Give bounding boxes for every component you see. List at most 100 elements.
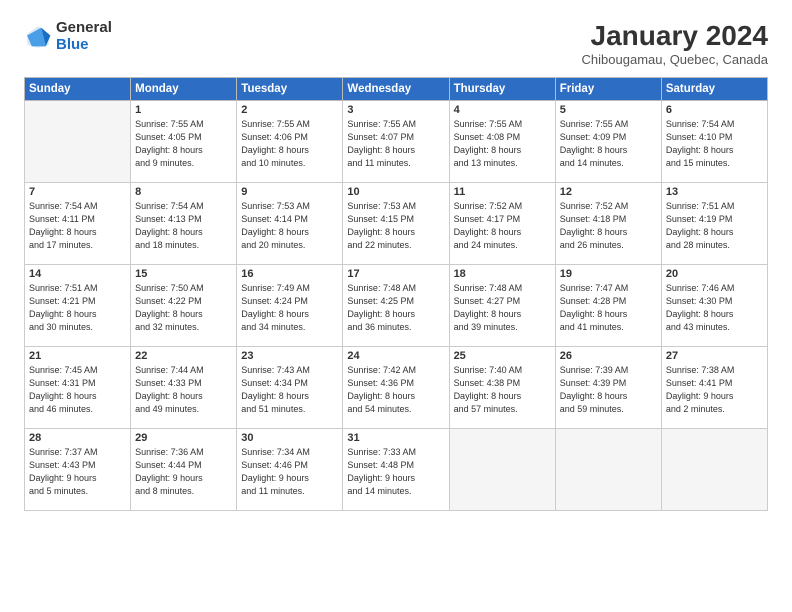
weekday-header-friday: Friday [555, 78, 661, 101]
calendar-day [449, 429, 555, 511]
day-info: Sunrise: 7:46 AMSunset: 4:30 PMDaylight:… [666, 282, 763, 334]
day-number: 20 [666, 268, 763, 280]
day-info: Sunrise: 7:55 AMSunset: 4:09 PMDaylight:… [560, 118, 657, 170]
calendar-week-5: 28 Sunrise: 7:37 AMSunset: 4:43 PMDayligh… [25, 429, 768, 511]
day-number: 11 [454, 186, 551, 198]
day-number: 28 [29, 432, 126, 444]
weekday-header-tuesday: Tuesday [237, 78, 343, 101]
day-number: 6 [666, 104, 763, 116]
day-info: Sunrise: 7:51 AMSunset: 4:21 PMDaylight:… [29, 282, 126, 334]
day-info: Sunrise: 7:48 AMSunset: 4:27 PMDaylight:… [454, 282, 551, 334]
calendar-day [25, 101, 131, 183]
day-number: 4 [454, 104, 551, 116]
calendar-week-4: 21Sunrise: 7:45 AMSunset: 4:31 PMDayligh… [25, 347, 768, 429]
day-number: 15 [135, 268, 232, 280]
calendar-day: 22Sunrise: 7:44 AMSunset: 4:33 PMDayligh… [131, 347, 237, 429]
day-info: Sunrise: 7:33 AMSunset: 4:48 PMDaylight:… [347, 446, 444, 498]
day-info: Sunrise: 7:49 AMSunset: 4:24 PMDaylight:… [241, 282, 338, 334]
day-number: 26 [560, 350, 657, 362]
day-info: Sunrise: 7:44 AMSunset: 4:33 PMDaylight:… [135, 364, 232, 416]
calendar-day: 3 Sunrise: 7:55 AMSunset: 4:07 PMDaylight… [343, 101, 449, 183]
day-info: Sunrise: 7:54 AMSunset: 4:10 PMDaylight:… [666, 118, 763, 170]
day-info: Sunrise: 7:55 AMSunset: 4:05 PMDaylight:… [135, 118, 232, 170]
day-number: 16 [241, 268, 338, 280]
day-info: Sunrise: 7:51 AMSunset: 4:19 PMDaylight:… [666, 200, 763, 252]
day-info: Sunrise: 7:54 AMSunset: 4:13 PMDaylight:… [135, 200, 232, 252]
calendar-day: 8 Sunrise: 7:54 AMSunset: 4:13 PMDaylight… [131, 183, 237, 265]
calendar-day: 24 Sunrise: 7:42 AMSunset: 4:36 PMDayligh… [343, 347, 449, 429]
weekday-header-sunday: Sunday [25, 78, 131, 101]
day-number: 31 [347, 432, 444, 444]
day-info: Sunrise: 7:36 AMSunset: 4:44 PMDaylight:… [135, 446, 232, 498]
day-info: Sunrise: 7:52 AMSunset: 4:18 PMDaylight:… [560, 200, 657, 252]
day-number: 25 [454, 350, 551, 362]
location-subtitle: Chibougamau, Quebec, Canada [582, 52, 768, 67]
calendar-day: 6 Sunrise: 7:54 AMSunset: 4:10 PMDaylight… [661, 101, 767, 183]
day-number: 18 [454, 268, 551, 280]
calendar-week-1: 1 Sunrise: 7:55 AMSunset: 4:05 PMDaylight… [25, 101, 768, 183]
weekday-header-saturday: Saturday [661, 78, 767, 101]
calendar-day: 28 Sunrise: 7:37 AMSunset: 4:43 PMDayligh… [25, 429, 131, 511]
day-number: 3 [347, 104, 444, 116]
calendar-day: 18 Sunrise: 7:48 AMSunset: 4:27 PMDayligh… [449, 265, 555, 347]
weekday-header-monday: Monday [131, 78, 237, 101]
day-number: 27 [666, 350, 763, 362]
day-number: 5 [560, 104, 657, 116]
day-number: 12 [560, 186, 657, 198]
calendar-day: 16 Sunrise: 7:49 AMSunset: 4:24 PMDayligh… [237, 265, 343, 347]
calendar-day: 17 Sunrise: 7:48 AMSunset: 4:25 PMDayligh… [343, 265, 449, 347]
calendar-day: 10Sunrise: 7:53 AMSunset: 4:15 PMDayligh… [343, 183, 449, 265]
day-number: 9 [241, 186, 338, 198]
day-number: 7 [29, 186, 126, 198]
day-info: Sunrise: 7:34 AMSunset: 4:46 PMDaylight:… [241, 446, 338, 498]
header: General Blue January 2024 Chibougamau, Q… [24, 20, 768, 67]
day-info: Sunrise: 7:43 AMSunset: 4:34 PMDaylight:… [241, 364, 338, 416]
day-info: Sunrise: 7:39 AMSunset: 4:39 PMDaylight:… [560, 364, 657, 416]
day-info: Sunrise: 7:48 AMSunset: 4:25 PMDaylight:… [347, 282, 444, 334]
day-number: 30 [241, 432, 338, 444]
calendar-day: 4Sunrise: 7:55 AMSunset: 4:08 PMDaylight… [449, 101, 555, 183]
calendar-day: 1 Sunrise: 7:55 AMSunset: 4:05 PMDaylight… [131, 101, 237, 183]
month-title: January 2024 [582, 20, 768, 52]
day-info: Sunrise: 7:54 AMSunset: 4:11 PMDaylight:… [29, 200, 126, 252]
calendar-day: 19Sunrise: 7:47 AMSunset: 4:28 PMDayligh… [555, 265, 661, 347]
day-info: Sunrise: 7:55 AMSunset: 4:06 PMDaylight:… [241, 118, 338, 170]
day-number: 21 [29, 350, 126, 362]
day-info: Sunrise: 7:53 AMSunset: 4:14 PMDaylight:… [241, 200, 338, 252]
day-info: Sunrise: 7:38 AMSunset: 4:41 PMDaylight:… [666, 364, 763, 416]
day-info: Sunrise: 7:50 AMSunset: 4:22 PMDaylight:… [135, 282, 232, 334]
calendar-day: 20 Sunrise: 7:46 AMSunset: 4:30 PMDayligh… [661, 265, 767, 347]
weekday-header-row: SundayMondayTuesdayWednesdayThursdayFrid… [25, 78, 768, 101]
logo-icon [24, 23, 52, 51]
day-number: 2 [241, 104, 338, 116]
day-number: 8 [135, 186, 232, 198]
day-info: Sunrise: 7:42 AMSunset: 4:36 PMDaylight:… [347, 364, 444, 416]
day-info: Sunrise: 7:40 AMSunset: 4:38 PMDaylight:… [454, 364, 551, 416]
day-info: Sunrise: 7:53 AMSunset: 4:15 PMDaylight:… [347, 200, 444, 252]
calendar-day: 21Sunrise: 7:45 AMSunset: 4:31 PMDayligh… [25, 347, 131, 429]
day-info: Sunrise: 7:37 AMSunset: 4:43 PMDaylight:… [29, 446, 126, 498]
day-number: 1 [135, 104, 232, 116]
day-info: Sunrise: 7:52 AMSunset: 4:17 PMDaylight:… [454, 200, 551, 252]
day-info: Sunrise: 7:47 AMSunset: 4:28 PMDaylight:… [560, 282, 657, 334]
calendar-day: 25 Sunrise: 7:40 AMSunset: 4:38 PMDayligh… [449, 347, 555, 429]
calendar-day: 12 Sunrise: 7:52 AMSunset: 4:18 PMDayligh… [555, 183, 661, 265]
calendar-day [661, 429, 767, 511]
calendar-day: 27 Sunrise: 7:38 AMSunset: 4:41 PMDayligh… [661, 347, 767, 429]
calendar-day: 14 Sunrise: 7:51 AMSunset: 4:21 PMDayligh… [25, 265, 131, 347]
day-number: 17 [347, 268, 444, 280]
calendar-day: 26 Sunrise: 7:39 AMSunset: 4:39 PMDayligh… [555, 347, 661, 429]
logo-general: General [56, 19, 112, 36]
calendar-day: 29Sunrise: 7:36 AMSunset: 4:44 PMDayligh… [131, 429, 237, 511]
calendar-day: 23Sunrise: 7:43 AMSunset: 4:34 PMDayligh… [237, 347, 343, 429]
calendar-day: 7 Sunrise: 7:54 AMSunset: 4:11 PMDaylight… [25, 183, 131, 265]
calendar-table: SundayMondayTuesdayWednesdayThursdayFrid… [24, 77, 768, 511]
day-number: 14 [29, 268, 126, 280]
logo-blue: Blue [56, 36, 89, 53]
calendar-day: 9 Sunrise: 7:53 AMSunset: 4:14 PMDaylight… [237, 183, 343, 265]
day-number: 13 [666, 186, 763, 198]
day-number: 24 [347, 350, 444, 362]
day-info: Sunrise: 7:55 AMSunset: 4:07 PMDaylight:… [347, 118, 444, 170]
calendar-day: 11 Sunrise: 7:52 AMSunset: 4:17 PMDayligh… [449, 183, 555, 265]
weekday-header-thursday: Thursday [449, 78, 555, 101]
